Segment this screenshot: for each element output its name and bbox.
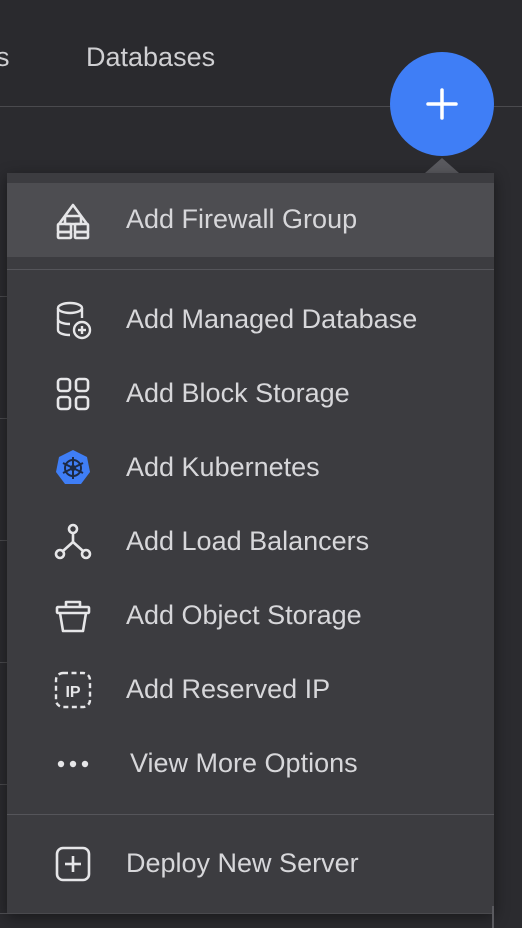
plus-square-icon — [53, 844, 93, 884]
firewall-icon — [53, 200, 93, 240]
load-balancer-icon — [53, 522, 93, 562]
database-add-icon — [53, 300, 93, 340]
more-dots-icon — [53, 744, 93, 784]
block-storage-icon — [53, 374, 93, 414]
menu-divider — [7, 814, 494, 815]
kubernetes-icon — [53, 448, 93, 488]
menu-item-label: View More Options — [130, 748, 358, 778]
menu-item-view-more-options[interactable]: View More Options — [7, 727, 494, 801]
menu-caret — [425, 158, 459, 173]
menu-item-add-object-storage[interactable]: Add Object Storage — [7, 579, 494, 653]
add-resource-menu: Add Firewall Group Add Managed Database — [7, 173, 494, 913]
nav-tab-partial[interactable]: s — [0, 42, 10, 73]
add-fab-button[interactable] — [390, 52, 494, 156]
menu-item-add-load-balancers[interactable]: Add Load Balancers — [7, 505, 494, 579]
svg-text:IP: IP — [65, 684, 80, 701]
menu-item-label: Add Load Balancers — [126, 526, 370, 556]
object-storage-icon — [53, 596, 93, 636]
nav-tab-databases[interactable]: Databases — [86, 42, 215, 73]
menu-item-label: Add Block Storage — [126, 378, 350, 408]
menu-item-label: Add Reserved IP — [126, 674, 331, 704]
background-right-edge — [492, 906, 494, 928]
menu-item-add-managed-database[interactable]: Add Managed Database — [7, 283, 494, 357]
menu-item-label: Deploy New Server — [126, 848, 359, 878]
menu-item-add-kubernetes[interactable]: Add Kubernetes — [7, 431, 494, 505]
menu-divider — [7, 269, 494, 270]
menu-item-add-reserved-ip[interactable]: IP Add Reserved IP — [7, 653, 494, 727]
menu-item-add-block-storage[interactable]: Add Block Storage — [7, 357, 494, 431]
menu-item-label: Add Object Storage — [126, 600, 362, 630]
menu-item-label: Add Kubernetes — [126, 452, 320, 482]
reserved-ip-icon: IP — [53, 670, 93, 710]
background-bottom-edge — [0, 913, 494, 914]
menu-item-label: Add Firewall Group — [126, 204, 358, 234]
menu-item-deploy-new-server[interactable]: Deploy New Server — [7, 827, 494, 901]
menu-item-label: Add Managed Database — [126, 304, 418, 334]
menu-item-add-firewall-group[interactable]: Add Firewall Group — [7, 183, 494, 257]
plus-icon — [426, 88, 458, 120]
